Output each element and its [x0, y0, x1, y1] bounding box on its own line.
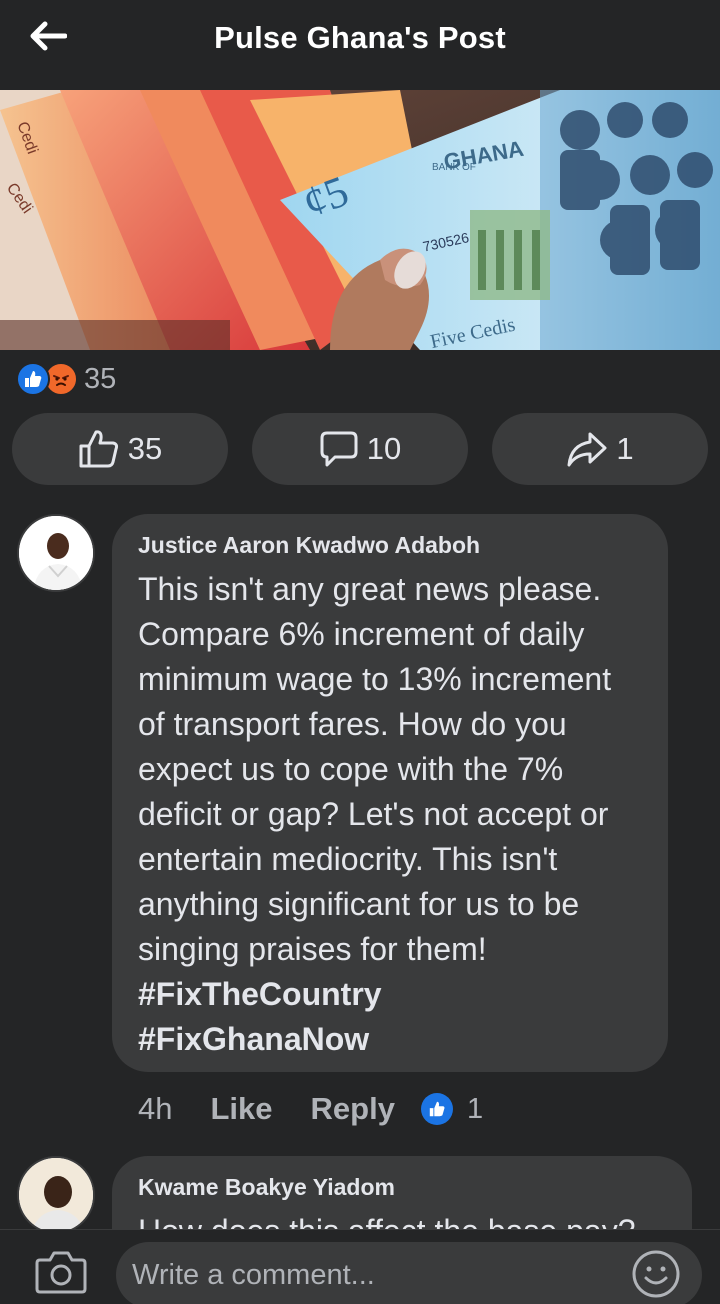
comment-input[interactable]: [116, 1242, 702, 1304]
avatar[interactable]: [17, 1156, 95, 1229]
comment-text: This isn't any great news please. Compar…: [138, 571, 612, 967]
comment-like-button[interactable]: Like: [210, 1091, 272, 1127]
like-icon[interactable]: [420, 1093, 453, 1125]
like-icon: [16, 362, 50, 396]
comment-button[interactable]: 10: [252, 413, 468, 485]
banknotes-photo: BANK OF GHANA 730526 Five Cedis ¢5 Cedi …: [0, 90, 720, 350]
comment-bubble[interactable]: Kwame Boakye Yiadom How does this affect…: [112, 1156, 692, 1229]
share-count: 1: [616, 431, 634, 466]
comment-time: 4h: [138, 1091, 173, 1126]
comment-item: Kwame Boakye Yiadom How does this affect…: [0, 1156, 720, 1229]
page-title: Pulse Ghana's Post: [214, 20, 506, 55]
camera-button[interactable]: [34, 1248, 88, 1298]
like-count: 35: [127, 431, 163, 466]
hashtag-link[interactable]: #FixTheCountry: [138, 972, 640, 1017]
post-image[interactable]: BANK OF GHANA 730526 Five Cedis ¢5 Cedi …: [0, 90, 720, 350]
comment-composer: [0, 1229, 720, 1304]
reaction-count: 35: [84, 362, 117, 395]
camera-icon: [35, 1251, 87, 1294]
comment-reply-button[interactable]: Reply: [311, 1091, 395, 1127]
top-bar: Pulse Ghana's Post: [0, 0, 720, 90]
comment-author[interactable]: Justice Aaron Kwadwo Adaboh: [138, 532, 640, 559]
comment-count: 10: [366, 431, 402, 466]
comment-text: How does this affect the base pay?: [138, 1209, 664, 1229]
post-actions: 35 10 1: [12, 413, 708, 485]
share-button[interactable]: 1: [492, 413, 708, 485]
comment-author[interactable]: Kwame Boakye Yiadom: [138, 1174, 664, 1201]
comment-reaction-count: 1: [466, 1092, 484, 1125]
share-icon: [567, 432, 607, 467]
reaction-summary[interactable]: 35: [16, 360, 116, 398]
comment-meta: 4h Like Reply 1: [138, 1088, 483, 1130]
comment-icon: [320, 431, 358, 467]
comment-bubble[interactable]: Justice Aaron Kwadwo Adaboh This isn't a…: [112, 514, 668, 1072]
thumbs-up-icon: [79, 430, 118, 468]
like-button[interactable]: 35: [12, 413, 228, 485]
emoji-button[interactable]: [630, 1248, 682, 1300]
smiley-icon: [632, 1250, 680, 1298]
avatar[interactable]: [17, 514, 95, 592]
hashtag-link[interactable]: #FixGhanaNow: [138, 1017, 640, 1062]
